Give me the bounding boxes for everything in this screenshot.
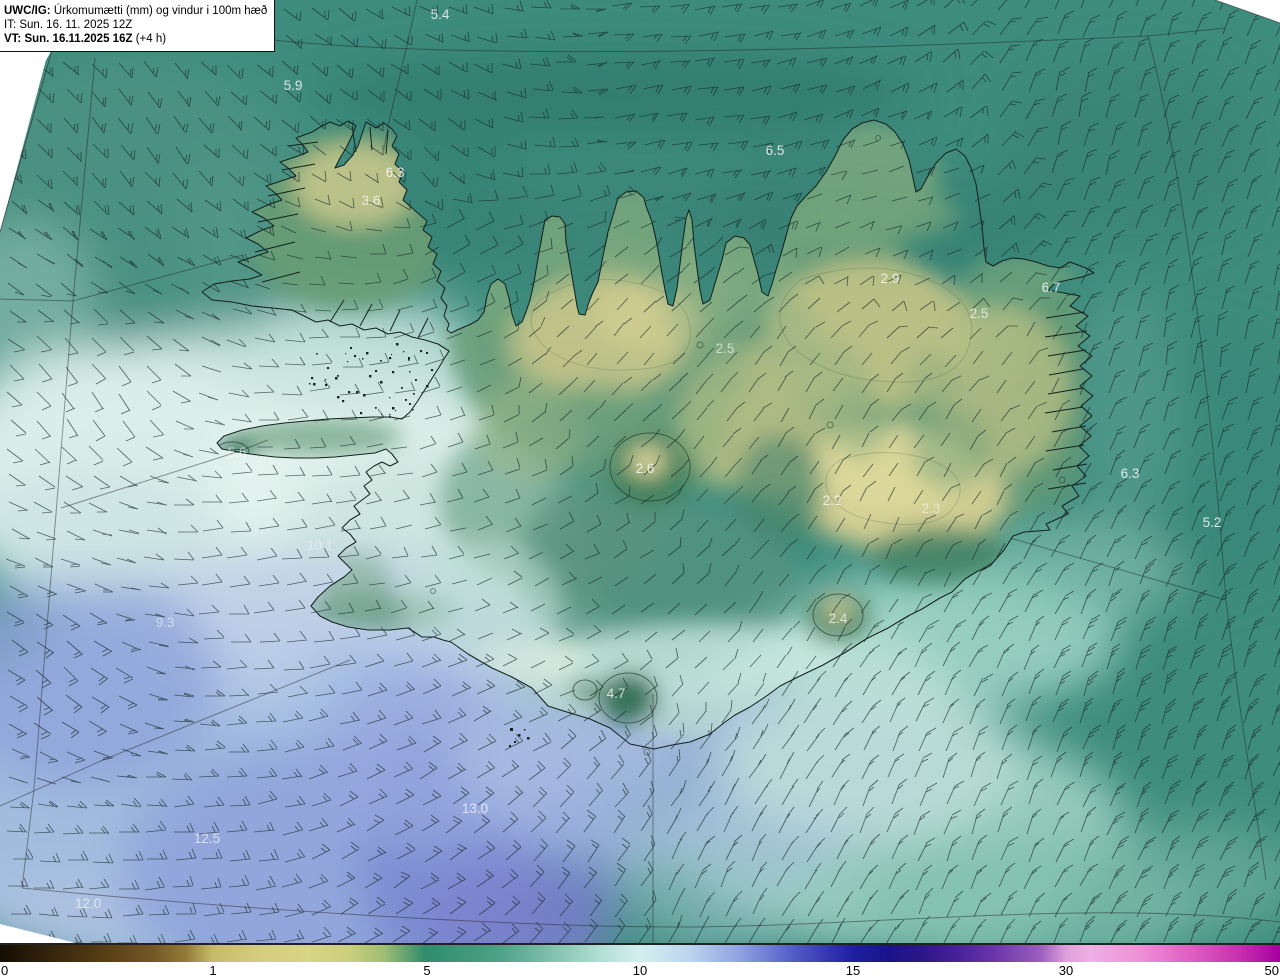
svg-text:3.6: 3.6 bbox=[362, 193, 381, 208]
svg-text:1: 1 bbox=[209, 963, 216, 978]
svg-text:30: 30 bbox=[1059, 963, 1073, 978]
svg-text:5.9: 5.9 bbox=[284, 78, 303, 93]
svg-text:50: 50 bbox=[1265, 963, 1279, 978]
svg-text:2.4: 2.4 bbox=[829, 611, 848, 626]
svg-text:2.3: 2.3 bbox=[922, 501, 941, 516]
svg-text:15: 15 bbox=[846, 963, 860, 978]
svg-text:6.5: 6.5 bbox=[766, 143, 785, 158]
svg-text:10: 10 bbox=[633, 963, 647, 978]
svg-text:5.2: 5.2 bbox=[1203, 515, 1222, 530]
svg-text:12.5: 12.5 bbox=[194, 831, 220, 846]
svg-text:13.0: 13.0 bbox=[462, 801, 488, 816]
svg-text:0: 0 bbox=[1, 963, 8, 978]
svg-text:6.3: 6.3 bbox=[386, 165, 405, 180]
svg-text:2.6: 2.6 bbox=[636, 461, 655, 476]
svg-text:2.2: 2.2 bbox=[823, 493, 842, 508]
svg-text:6.7: 6.7 bbox=[1042, 280, 1061, 295]
svg-text:2.5: 2.5 bbox=[970, 306, 989, 321]
svg-text:2.5: 2.5 bbox=[716, 341, 735, 356]
svg-text:9.3: 9.3 bbox=[156, 615, 175, 630]
svg-text:2.9: 2.9 bbox=[881, 271, 900, 286]
svg-text:6.3: 6.3 bbox=[1121, 466, 1140, 481]
svg-text:5: 5 bbox=[423, 963, 430, 978]
svg-text:5.6: 5.6 bbox=[228, 445, 247, 460]
svg-text:12.0: 12.0 bbox=[75, 896, 101, 911]
svg-text:5.4: 5.4 bbox=[431, 7, 450, 22]
svg-text:4.7: 4.7 bbox=[607, 686, 626, 701]
svg-text:10.1: 10.1 bbox=[307, 538, 333, 553]
